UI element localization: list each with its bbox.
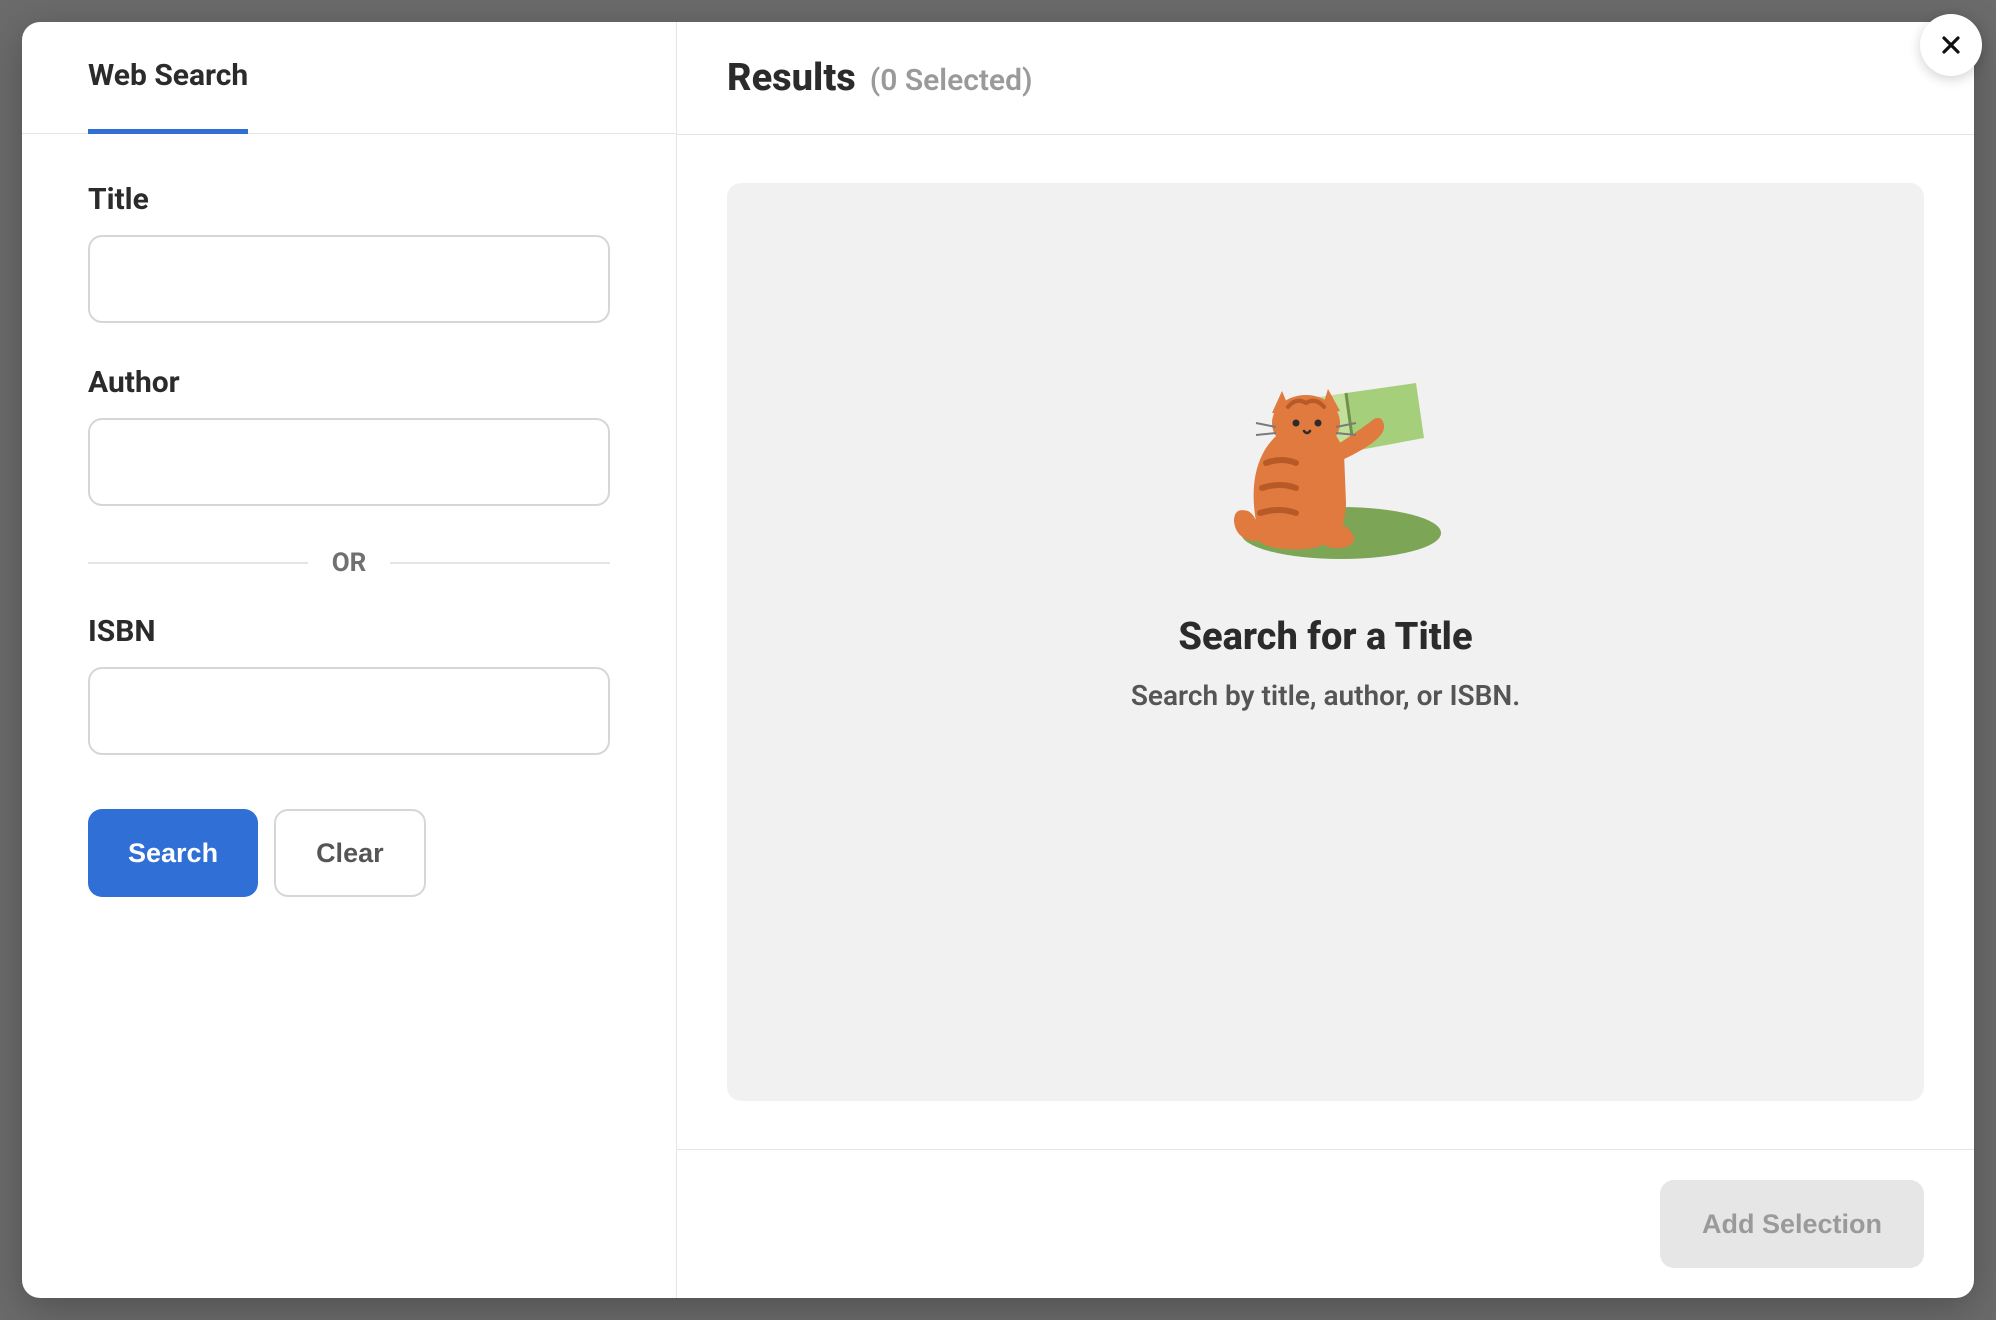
results-body: Search for a Title Search by title, auth… <box>677 135 1974 1149</box>
search-button[interactable]: Search <box>88 809 258 897</box>
results-selected-count: (0 Selected) <box>870 63 1033 98</box>
add-selection-button[interactable]: Add Selection <box>1660 1180 1924 1268</box>
close-icon <box>1939 33 1963 57</box>
results-title: Results <box>727 56 856 100</box>
cat-reading-icon <box>1206 353 1446 567</box>
author-field-group: Author <box>88 365 610 506</box>
results-panel: Results (0 Selected) <box>677 22 1974 1298</box>
form-button-row: Search Clear <box>88 809 610 897</box>
empty-state: Search for a Title Search by title, auth… <box>727 183 1924 1101</box>
search-form: Title Author OR ISBN Search Clear <box>22 134 676 945</box>
clear-button[interactable]: Clear <box>274 809 426 897</box>
search-form-panel: Web Search Title Author OR ISBN Searc <box>22 22 677 1298</box>
or-label: OR <box>332 548 367 578</box>
author-label: Author <box>88 365 610 400</box>
tab-bar: Web Search <box>22 22 676 134</box>
title-input[interactable] <box>88 235 610 323</box>
author-input[interactable] <box>88 418 610 506</box>
divider-line <box>390 562 610 564</box>
close-button[interactable] <box>1920 14 1982 76</box>
isbn-field-group: ISBN <box>88 614 610 755</box>
empty-state-subtitle: Search by title, author, or ISBN. <box>1131 679 1520 712</box>
title-field-group: Title <box>88 182 610 323</box>
tab-web-search[interactable]: Web Search <box>88 22 248 134</box>
results-footer: Add Selection <box>677 1149 1974 1298</box>
title-label: Title <box>88 182 610 217</box>
isbn-label: ISBN <box>88 614 610 649</box>
search-modal: Web Search Title Author OR ISBN Searc <box>22 22 1974 1298</box>
results-header: Results (0 Selected) <box>677 22 1974 135</box>
isbn-input[interactable] <box>88 667 610 755</box>
or-divider: OR <box>88 548 610 578</box>
empty-state-title: Search for a Title <box>1178 615 1472 659</box>
divider-line <box>88 562 308 564</box>
